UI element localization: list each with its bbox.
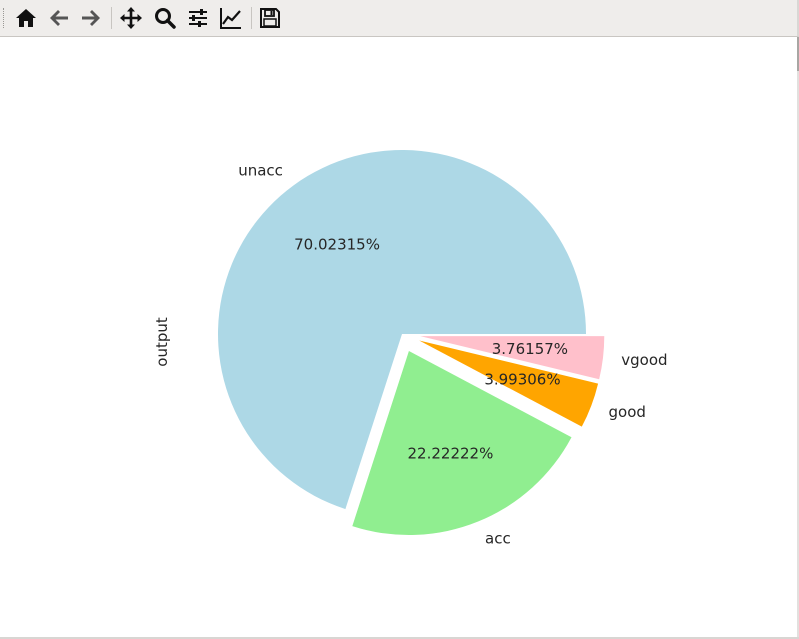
slice-label-vgood: vgood [621, 351, 667, 369]
pie-chart: unacc 70.02315% acc 22.22222% good 3.99306% vg… [153, 150, 668, 548]
slice-label-unacc: unacc [238, 161, 283, 179]
slice-percent-vgood: 3.76157% [492, 340, 568, 358]
slice-label-good: good [609, 403, 646, 421]
slice-label-acc: acc [485, 530, 511, 548]
y-axis-label: output [153, 317, 171, 367]
slice-percent-good: 3.99306% [484, 371, 560, 389]
slice-percent-acc: 22.22222% [408, 444, 494, 462]
slice-percent-unacc: 70.02315% [294, 236, 380, 254]
